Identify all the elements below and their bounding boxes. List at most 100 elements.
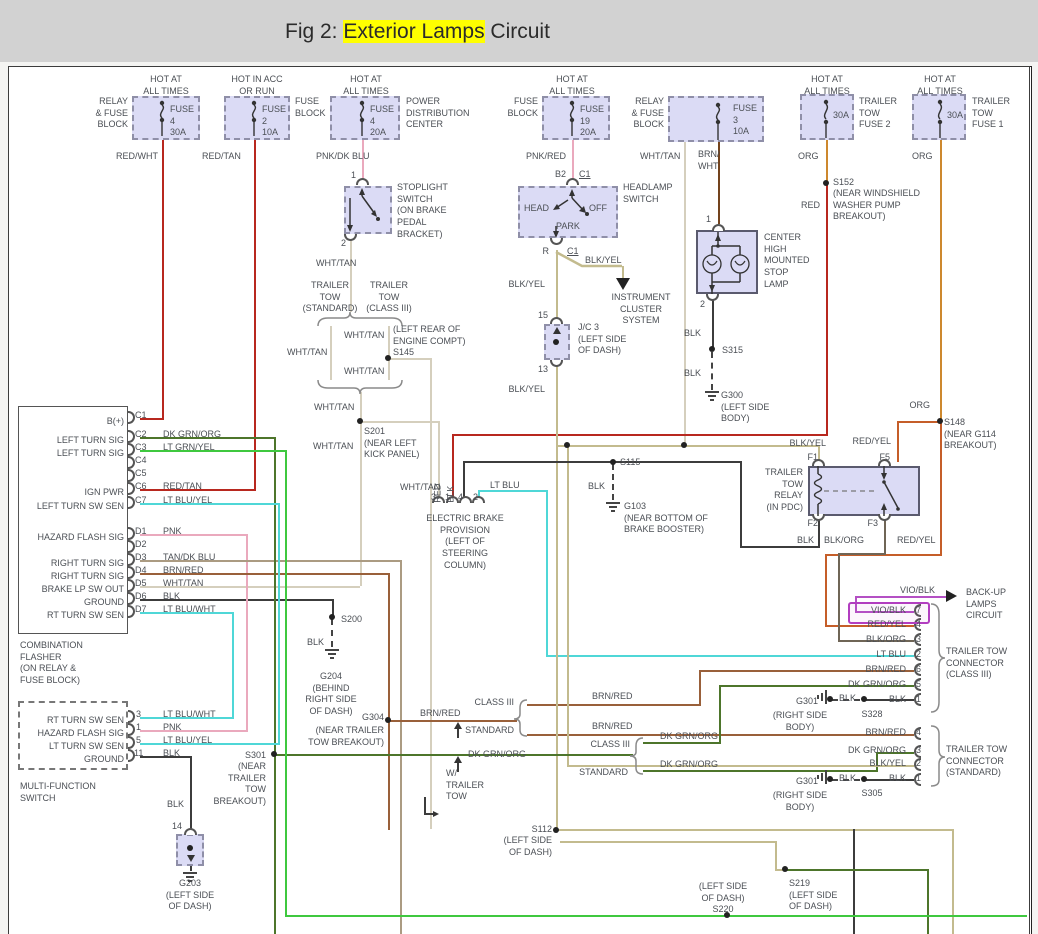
w-blk-4: BLK — [163, 748, 180, 760]
diagram-border-top — [8, 66, 1030, 67]
splice-s315 — [709, 346, 715, 352]
w-blk-12: BLK — [839, 773, 856, 785]
s112-loc: (LEFT SIDE OF DASH) — [504, 835, 552, 858]
w-dkgrnorg-3: DK GRN/ORG — [848, 745, 906, 757]
wire-red-yel — [897, 421, 899, 462]
w-red-v: RED — [432, 484, 444, 503]
jc3-arrow-icon — [553, 327, 561, 334]
wire-blk-yel — [556, 445, 818, 447]
pin-1-chmsl: 1 — [706, 214, 711, 226]
stoplight-switch-icon — [344, 186, 392, 234]
title-prefix: Fig 2: — [285, 20, 343, 43]
pin-7-c3: 7 — [916, 605, 921, 617]
pin-c3: C3 — [135, 442, 147, 454]
pin-c5: C5 — [135, 468, 147, 480]
wire-blk — [190, 756, 192, 830]
wire-lt-blu — [546, 655, 914, 657]
pin-f3: F3 — [867, 518, 878, 530]
page-title: Fig 2: Exterior Lamps Circuit — [285, 20, 550, 44]
stoplight-label: STOPLIGHT SWITCH (ON BRAKE PEDAL BRACKET… — [397, 182, 448, 240]
w-whttan-6: WHT/TAN — [313, 441, 353, 453]
wire-red-yel — [825, 554, 827, 625]
w-pnkred: PNK/RED — [526, 151, 566, 163]
w-blk-10: BLK — [839, 693, 856, 705]
s115: S115 — [620, 457, 640, 469]
w-whttan-3: WHT/TAN — [287, 347, 327, 359]
pin-2-c3: 2 — [916, 649, 921, 661]
ttc-std-label: TRAILER TOW CONNECTOR (STANDARD) — [946, 744, 1007, 779]
fuse4-text: FUSE 19 20A — [580, 104, 604, 139]
w-blk-11: BLK — [889, 773, 906, 785]
pin-d2: D2 — [135, 539, 147, 551]
relay-fuse-block-1: RELAY & FUSE BLOCK — [95, 96, 128, 131]
pin-2-std: 2 — [916, 758, 921, 770]
standard-b: STANDARD — [579, 767, 628, 779]
comb-flasher-label: COMBINATION FLASHER (ON RELAY & FUSE BLO… — [20, 640, 83, 687]
w-blk-6: BLK — [167, 799, 184, 811]
fuse-element-icon — [356, 100, 368, 136]
wtt-arrow-up-2 — [454, 756, 462, 763]
wire-brn-red — [527, 704, 701, 706]
fuse1-text: FUSE 4 30A — [170, 104, 194, 139]
w-redtan-2: RED/TAN — [163, 481, 202, 493]
w-blkorg-1: BLK/ORG — [824, 535, 864, 547]
pin-c2: C2 — [135, 429, 147, 441]
w-ltbluyel-2: LT BLU/YEL — [163, 735, 212, 747]
fn-ground-2: GROUND — [84, 754, 124, 766]
pin-d6: D6 — [135, 591, 147, 603]
title-bar: Fig 2: Exterior Lamps Circuit — [0, 0, 1038, 62]
g103-label: G103 (NEAR BOTTOM OF BRAKE BOOSTER) — [624, 501, 708, 536]
class3-a: CLASS III — [474, 697, 514, 709]
wire-wht-tan — [360, 392, 362, 421]
splice-g301a — [827, 696, 833, 702]
pin-4-c3: 4 — [916, 619, 921, 631]
pin-arc — [184, 828, 197, 835]
fuse-element-icon — [712, 102, 724, 140]
wire-lt-blu — [546, 490, 548, 655]
wire-dk-grn-org — [274, 437, 276, 934]
ground-g300-icon — [705, 391, 719, 401]
w-blkyel-1: BLK/YEL — [585, 255, 622, 267]
g301b: G301 — [796, 776, 818, 788]
diagram-border-right — [1029, 66, 1030, 934]
w-blkyel-2: BLK/YEL — [508, 279, 545, 291]
fn-rt-turn-sw-sen-2: RT TURN SW SEN — [47, 715, 124, 727]
w-blk-9: BLK — [889, 694, 906, 706]
pin-2-chmsl: 2 — [700, 299, 705, 311]
wire-blk — [740, 461, 742, 546]
fuse-element-icon — [248, 100, 260, 136]
fn-b-plus: B(+) — [107, 416, 124, 428]
g304-loc: (NEAR TRAILER TOW BREAKOUT) — [308, 725, 384, 748]
w-ltbluyel-1: LT BLU/YEL — [163, 495, 212, 507]
wire-dk-grn-org — [927, 869, 929, 934]
wire-blk-yel — [567, 445, 569, 765]
wire-wht-tan — [360, 421, 440, 423]
w-dkgrnorg-1: DK GRN/ORG — [163, 429, 221, 441]
pin-3-mfs: 3 — [136, 709, 141, 721]
w-blk-3: BLK — [163, 591, 180, 603]
w-ltblu-2: LT BLU — [876, 649, 906, 661]
fuse7-amp: 30A — [947, 110, 963, 122]
fn-hazard-1: HAZARD FLASH SIG — [37, 532, 124, 544]
pin-d1: D1 — [135, 526, 147, 538]
w-whttan-8: WHT/TAN — [163, 578, 203, 590]
hot-1: HOT AT ALL TIMES — [143, 74, 189, 97]
splice-s145 — [385, 355, 391, 361]
pin-2-ebp: 2 — [473, 492, 478, 504]
w-dkgrnorg-6: DK GRN/ORG — [660, 759, 718, 771]
tt-relay-label: TRAILER TOW RELAY (IN PDC) — [765, 467, 803, 514]
fn-right-turn-2: RIGHT TURN SIG — [51, 571, 124, 583]
w-blk-1: BLK — [684, 328, 701, 340]
pin-2-stop: 2 — [341, 238, 346, 250]
wire-blk-org — [838, 553, 886, 555]
wire-red — [452, 434, 828, 436]
wire-blk-yel — [556, 364, 558, 831]
pin-c1-top: C1 — [579, 169, 591, 181]
wire-blk — [190, 866, 192, 871]
w-dkgrnorg-2: DK GRN/ORG — [848, 679, 906, 691]
splice-g301b — [827, 776, 833, 782]
pin-3-c3: 3 — [916, 634, 921, 646]
pin-4-ebp: 4 — [458, 492, 463, 504]
wire-blk-yel — [560, 841, 775, 843]
ground-g301a-icon — [817, 690, 827, 704]
